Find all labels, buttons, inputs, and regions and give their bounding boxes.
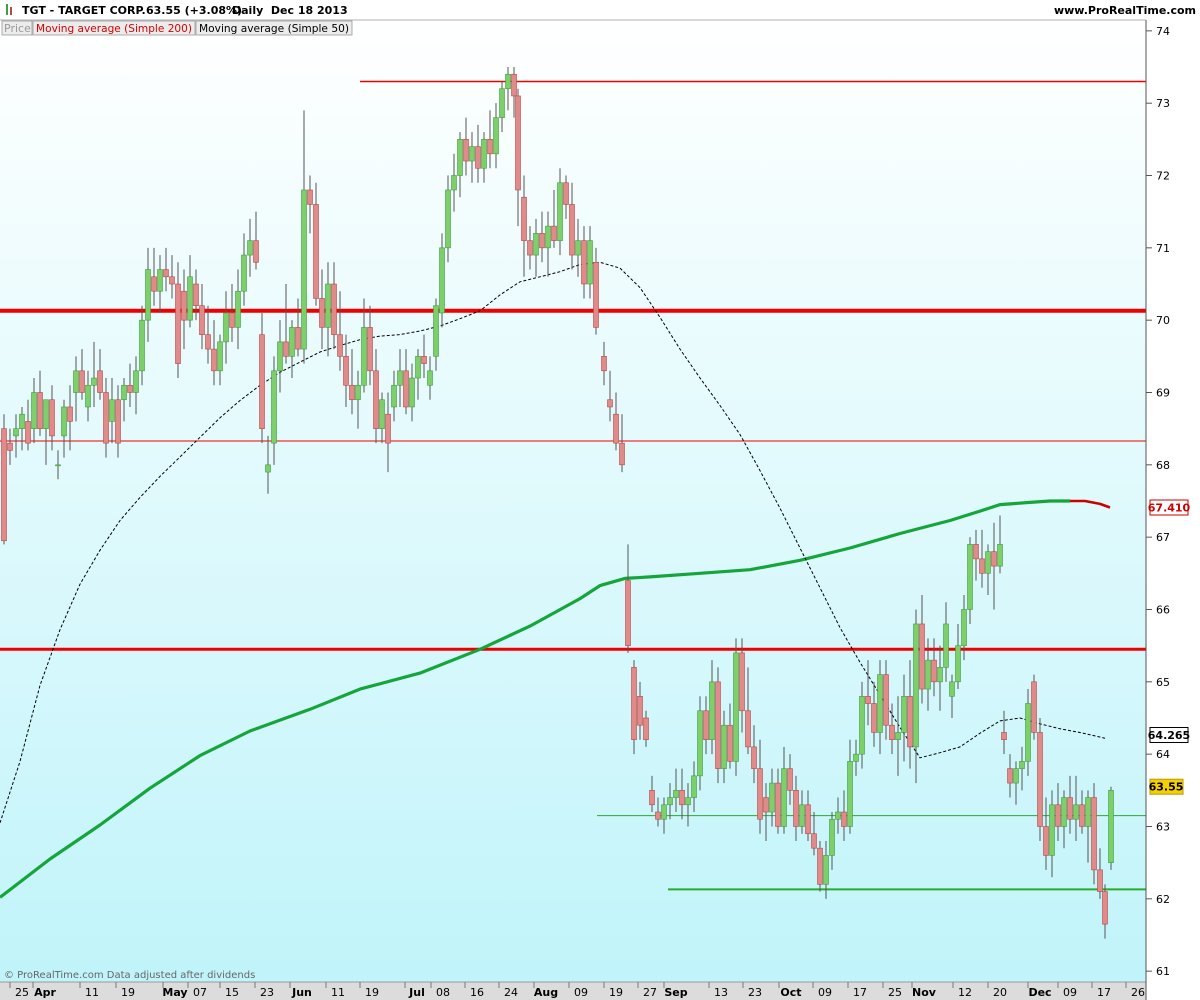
y-tick-label-73: 73 xyxy=(1156,97,1170,110)
x-tick-label-19: Sep xyxy=(664,986,687,999)
y-tick-label-61: 61 xyxy=(1156,965,1170,978)
x-tick-label-24: 17 xyxy=(853,986,867,999)
candle-173 xyxy=(1037,717,1043,841)
svg-text:64.265: 64.265 xyxy=(1148,729,1190,742)
x-tick-label-27: 12 xyxy=(958,986,972,999)
x-tick-label-1: Apr xyxy=(34,986,56,999)
candle-185 xyxy=(1108,786,1114,870)
legend-item-price[interactable]: Price xyxy=(4,22,31,35)
y-tick-label-66: 66 xyxy=(1156,603,1170,616)
legend-item-sma200[interactable]: Moving average (Simple 200) xyxy=(36,22,192,35)
x-tick-label-12: 08 xyxy=(436,986,450,999)
svg-text:63.55: 63.55 xyxy=(1149,781,1184,794)
x-tick-label-15: Aug xyxy=(534,986,558,999)
x-tick-label-23: 09 xyxy=(818,986,832,999)
x-tick-label-21: 23 xyxy=(748,986,762,999)
x-tick-label-2: 11 xyxy=(85,986,99,999)
candle-172 xyxy=(1031,674,1037,740)
y-tick-label-71: 71 xyxy=(1156,242,1170,255)
candle-119 xyxy=(715,667,721,784)
x-tick-label-26: Nov xyxy=(912,986,937,999)
x-tick-label-10: 19 xyxy=(365,986,379,999)
sma50-value-badge: 64.265 xyxy=(1148,726,1190,743)
y-tick-label-62: 62 xyxy=(1156,893,1170,906)
x-tick-label-32: 26 xyxy=(1131,986,1145,999)
x-tick-label-28: 20 xyxy=(993,986,1007,999)
y-tick-label-63: 63 xyxy=(1156,820,1170,833)
header-site[interactable]: www.ProRealTime.com xyxy=(1054,4,1196,17)
footer-note: © ProRealTime.com Data adjusted after di… xyxy=(4,970,255,981)
x-tick-label-25: 25 xyxy=(888,986,902,999)
x-tick-label-13: 16 xyxy=(470,986,484,999)
x-tick-label-7: 23 xyxy=(260,986,274,999)
x-tick-label-9: 11 xyxy=(331,986,345,999)
x-tick-label-3: 19 xyxy=(121,986,135,999)
plot-area[interactable] xyxy=(0,20,1146,982)
x-tick-label-8: Jun xyxy=(291,986,312,999)
x-tick-label-29: Dec xyxy=(1028,986,1051,999)
header-price-change: 63.55 (+3.08%) xyxy=(146,4,242,17)
x-tick-label-18: 27 xyxy=(643,986,657,999)
candle-122 xyxy=(733,638,739,776)
sma200-value-badge: 67.410 xyxy=(1148,499,1191,516)
y-tick-label-70: 70 xyxy=(1156,314,1170,327)
candle-182 xyxy=(1091,783,1097,885)
candle-136 xyxy=(817,840,823,892)
y-tick-label-68: 68 xyxy=(1156,459,1170,472)
header-period-date: Daily Dec 18 2013 xyxy=(232,4,348,17)
x-tick-label-22: Oct xyxy=(780,986,801,999)
x-tick-label-4: May xyxy=(162,986,187,999)
y-tick-label-72: 72 xyxy=(1156,170,1170,183)
y-tick-label-67: 67 xyxy=(1156,531,1170,544)
y-tick-label-64: 64 xyxy=(1156,748,1170,761)
x-tick-label-17: 19 xyxy=(609,986,623,999)
svg-text:67.410: 67.410 xyxy=(1148,502,1191,515)
header-ticker: TGT - TARGET CORP. xyxy=(22,4,146,17)
x-tick-label-0: 25 xyxy=(15,986,29,999)
x-tick-label-6: 15 xyxy=(225,986,239,999)
x-tick-label-20: 13 xyxy=(714,986,728,999)
candle-0 xyxy=(1,414,7,545)
x-tick-label-14: 24 xyxy=(504,986,518,999)
x-tick-label-16: 09 xyxy=(574,986,588,999)
legend-item-sma50[interactable]: Moving average (Simple 50) xyxy=(199,22,349,35)
y-tick-label-69: 69 xyxy=(1156,387,1170,400)
y-tick-label-74: 74 xyxy=(1156,25,1170,38)
y-tick-label-65: 65 xyxy=(1156,676,1170,689)
x-tick-label-11: Jul xyxy=(408,986,425,999)
x-tick-label-30: 09 xyxy=(1063,986,1077,999)
x-tick-label-31: 17 xyxy=(1097,986,1111,999)
x-tick-label-5: 07 xyxy=(193,986,207,999)
stock-chart: TGT - TARGET CORP. 63.55 (+3.08%) Daily … xyxy=(0,0,1200,1000)
last-price-badge: 63.55 xyxy=(1149,778,1184,795)
